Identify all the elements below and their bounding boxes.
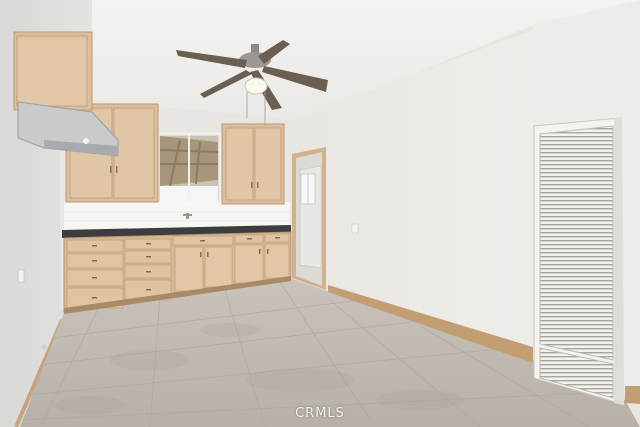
watermark-text: CRMLS [295,406,345,421]
door-stop [41,344,47,350]
light-switch [351,223,359,234]
hood-cabinet [13,31,93,111]
kitchen-illustration [0,0,640,427]
far-baseboard [625,386,640,404]
hood-light [83,138,89,144]
kitchen-photo: CRMLS [0,0,640,427]
wall-heater [533,117,624,405]
outlet [17,269,25,283]
upper-cabinet-right [221,123,285,205]
fan-light [244,77,268,95]
